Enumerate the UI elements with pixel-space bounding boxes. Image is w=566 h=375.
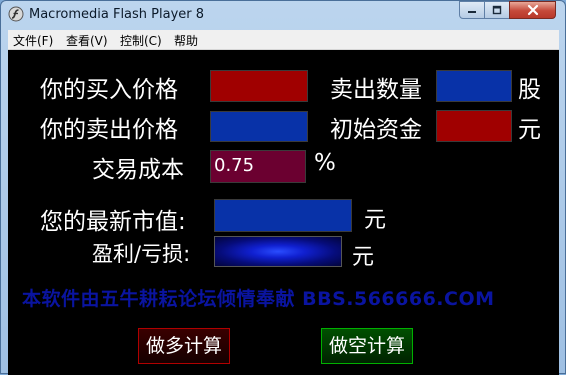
trade-cost-label: 交易成本 xyxy=(92,157,184,183)
sell-price-label: 你的卖出价格 xyxy=(40,117,178,143)
flash-player-window: Macromedia Flash Player 8 文件(F) 查看(V) 控制… xyxy=(0,0,566,375)
minimize-icon xyxy=(468,11,476,13)
buy-price-input[interactable] xyxy=(210,70,308,102)
menu-help[interactable]: 帮助 xyxy=(174,32,198,49)
window-title: Macromedia Flash Player 8 xyxy=(29,7,205,22)
credits-watermark: 本软件由五牛耕耘论坛倾情奉献 BBS.566666.COM xyxy=(22,288,495,310)
market-value-unit: 元 xyxy=(364,208,387,233)
flash-app-icon xyxy=(8,6,24,22)
market-value-label: 您的最新市值: xyxy=(40,209,186,235)
initial-capital-input[interactable] xyxy=(436,110,512,142)
maximize-icon xyxy=(492,5,502,15)
profit-loss-unit: 元 xyxy=(352,245,375,270)
initial-capital-label: 初始资金 xyxy=(330,117,422,143)
menu-bar: 文件(F) 查看(V) 控制(C) 帮助 xyxy=(8,30,559,50)
market-value-output xyxy=(214,199,352,232)
sell-price-input[interactable] xyxy=(210,111,308,142)
minimize-button[interactable] xyxy=(459,1,485,19)
menu-view[interactable]: 查看(V) xyxy=(66,32,108,49)
sell-quantity-label: 卖出数量 xyxy=(330,77,422,103)
flash-stage: 你的买入价格 卖出数量 股 你的卖出价格 初始资金 元 交易成本 0.75 % … xyxy=(8,50,559,375)
title-bar[interactable]: Macromedia Flash Player 8 xyxy=(1,1,565,29)
profit-loss-label: 盈利/亏损: xyxy=(92,242,191,266)
initial-capital-unit: 元 xyxy=(518,117,541,143)
profit-loss-output xyxy=(214,236,342,267)
menu-control[interactable]: 控制(C) xyxy=(120,32,162,49)
maximize-button[interactable] xyxy=(484,1,510,19)
close-icon xyxy=(527,4,538,16)
sell-quantity-input[interactable] xyxy=(436,70,512,102)
long-calc-button[interactable]: 做多计算 xyxy=(138,328,230,364)
sell-quantity-unit: 股 xyxy=(518,77,541,103)
short-calc-button[interactable]: 做空计算 xyxy=(321,328,413,364)
close-button[interactable] xyxy=(509,1,556,19)
trade-cost-unit: % xyxy=(314,150,336,176)
trade-cost-input[interactable]: 0.75 xyxy=(210,150,306,183)
menu-file[interactable]: 文件(F) xyxy=(13,32,53,49)
buy-price-label: 你的买入价格 xyxy=(40,77,178,103)
